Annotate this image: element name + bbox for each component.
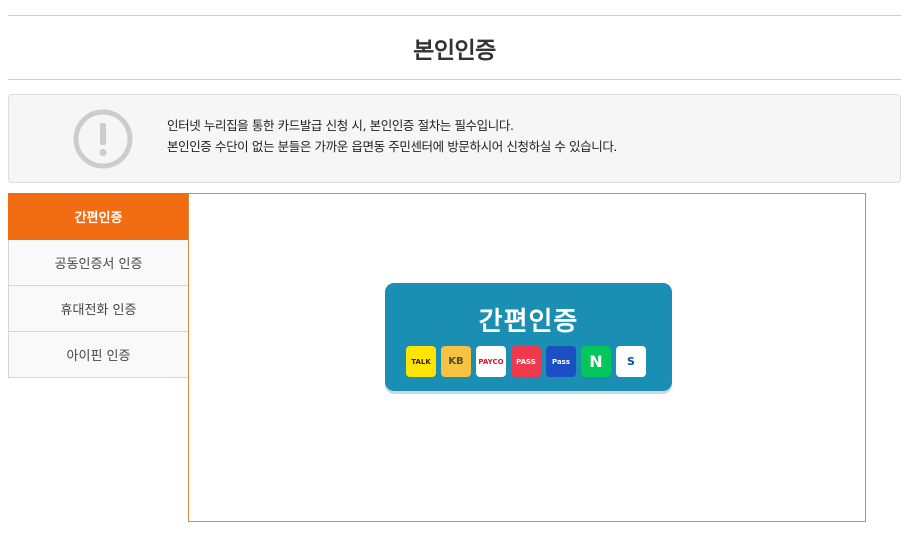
pass-icon: PASS: [511, 346, 541, 377]
tab-joint-certificate[interactable]: 공동인증서 인증: [8, 240, 189, 286]
easy-auth-button[interactable]: 간편인증 TALK KB PAYCO PASS Pass N S: [385, 283, 672, 391]
notice-box: 인터넷 누리집을 통한 카드발급 신청 시, 본인인증 절차는 필수입니다. 본…: [8, 94, 901, 183]
auth-method-tabs: 간편인증 공동인증서 인증 휴대전화 인증 아이핀 인증: [8, 193, 189, 378]
kakaotalk-icon: TALK: [406, 346, 436, 377]
auth-content-panel: 간편인증 TALK KB PAYCO PASS Pass N S: [188, 193, 866, 522]
notice-line-2: 본인인증 수단이 없는 분들은 가까운 읍면동 주민센터에 방문하시어 신청하실…: [167, 139, 618, 154]
kb-icon: KB: [441, 346, 471, 377]
easy-auth-button-label: 간편인증: [478, 307, 579, 337]
page-header: 본인인증: [8, 15, 901, 80]
notice-line-1: 인터넷 누리집을 통한 카드발급 신청 시, 본인인증 절차는 필수입니다.: [167, 118, 514, 133]
tab-ipin[interactable]: 아이핀 인증: [8, 332, 189, 378]
tab-mobile-phone[interactable]: 휴대전화 인증: [8, 286, 189, 332]
exclamation-circle-icon: [73, 109, 133, 169]
provider-icon-row: TALK KB PAYCO PASS Pass N S: [406, 346, 646, 377]
payco-icon: PAYCO: [476, 346, 506, 377]
samsung-pass-icon: Pass: [546, 346, 576, 377]
page-title: 본인인증: [413, 37, 496, 64]
shinhan-icon: S: [616, 346, 646, 377]
naver-icon: N: [581, 346, 611, 377]
notice-text: 인터넷 누리집을 통한 카드발급 신청 시, 본인인증 절차는 필수입니다. 본…: [167, 115, 617, 157]
tab-easy-auth[interactable]: 간편인증: [8, 193, 189, 240]
